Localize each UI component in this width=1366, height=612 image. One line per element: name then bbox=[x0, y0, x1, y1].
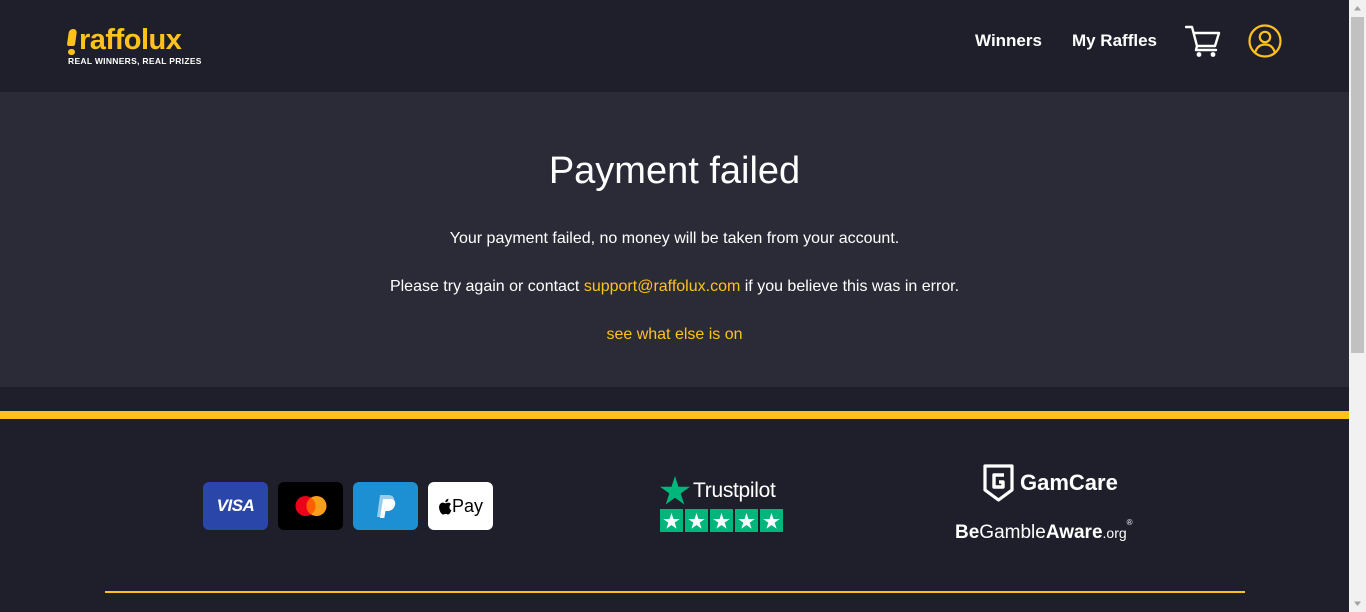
site-header: raffolux REAL WINNERS, REAL PRIZES Winne… bbox=[0, 0, 1349, 92]
paypal-badge bbox=[353, 482, 418, 530]
trustpilot-rating bbox=[660, 509, 783, 532]
nav-my-raffles-link[interactable]: My Raffles bbox=[1072, 31, 1157, 51]
paypal-icon bbox=[376, 495, 395, 518]
site-footer: VISA Pay Trustpilot GamCare BeGambleAwar… bbox=[0, 419, 1349, 612]
raffolux-logo[interactable]: raffolux REAL WINNERS, REAL PRIZES bbox=[66, 24, 202, 66]
gamcare-g-icon bbox=[983, 464, 1014, 502]
footer-divider bbox=[0, 411, 1349, 419]
gamcare-logo[interactable]: GamCare bbox=[982, 464, 1118, 502]
logo-mark-icon bbox=[66, 29, 78, 55]
failure-message: Your payment failed, no money will be ta… bbox=[449, 230, 900, 247]
vertical-scrollbar[interactable] bbox=[1349, 0, 1366, 612]
contact-message: Please try again or contact support@raff… bbox=[389, 278, 960, 295]
mastercard-badge bbox=[278, 482, 343, 530]
rating-star-icon bbox=[735, 509, 758, 532]
see-what-else-is-on-link[interactable]: see what else is on bbox=[0, 325, 1349, 345]
rating-star-icon bbox=[710, 509, 733, 532]
page-title: Payment failed bbox=[548, 150, 801, 192]
scrollbar-thumb[interactable] bbox=[1351, 17, 1364, 353]
apple-icon bbox=[439, 498, 452, 515]
logo-tagline: REAL WINNERS, REAL PRIZES bbox=[68, 56, 202, 66]
mastercard-icon bbox=[295, 496, 326, 516]
cart-icon[interactable] bbox=[1185, 24, 1221, 58]
rating-star-icon bbox=[660, 509, 683, 532]
trustpilot-badge[interactable]: Trustpilot bbox=[660, 476, 783, 532]
rating-star-icon bbox=[760, 509, 783, 532]
page: raffolux REAL WINNERS, REAL PRIZES Winne… bbox=[0, 0, 1349, 612]
user-account-icon[interactable] bbox=[1248, 24, 1282, 58]
scroll-down-arrow-icon[interactable] bbox=[1349, 595, 1366, 612]
footer-separator-line bbox=[105, 591, 1245, 593]
gamcare-label: GamCare bbox=[1020, 470, 1118, 495]
visa-badge: VISA bbox=[203, 482, 268, 530]
support-email-link[interactable]: support@raffolux.com bbox=[584, 278, 740, 295]
trustpilot-label: Trustpilot bbox=[693, 478, 776, 502]
payment-methods: VISA Pay bbox=[203, 482, 493, 530]
rating-star-icon bbox=[685, 509, 708, 532]
scroll-up-arrow-icon[interactable] bbox=[1349, 0, 1366, 17]
logo-text: raffolux bbox=[79, 24, 182, 56]
payment-failed-panel: Payment failed Your payment failed, no m… bbox=[0, 92, 1349, 387]
begambleaware-logo[interactable]: BeGambleAware.org® bbox=[955, 518, 1133, 544]
trustpilot-star-icon bbox=[660, 476, 690, 505]
main-nav: Winners My Raffles bbox=[975, 24, 1282, 58]
nav-winners-link[interactable]: Winners bbox=[975, 31, 1042, 51]
apple-pay-badge: Pay bbox=[428, 482, 493, 530]
